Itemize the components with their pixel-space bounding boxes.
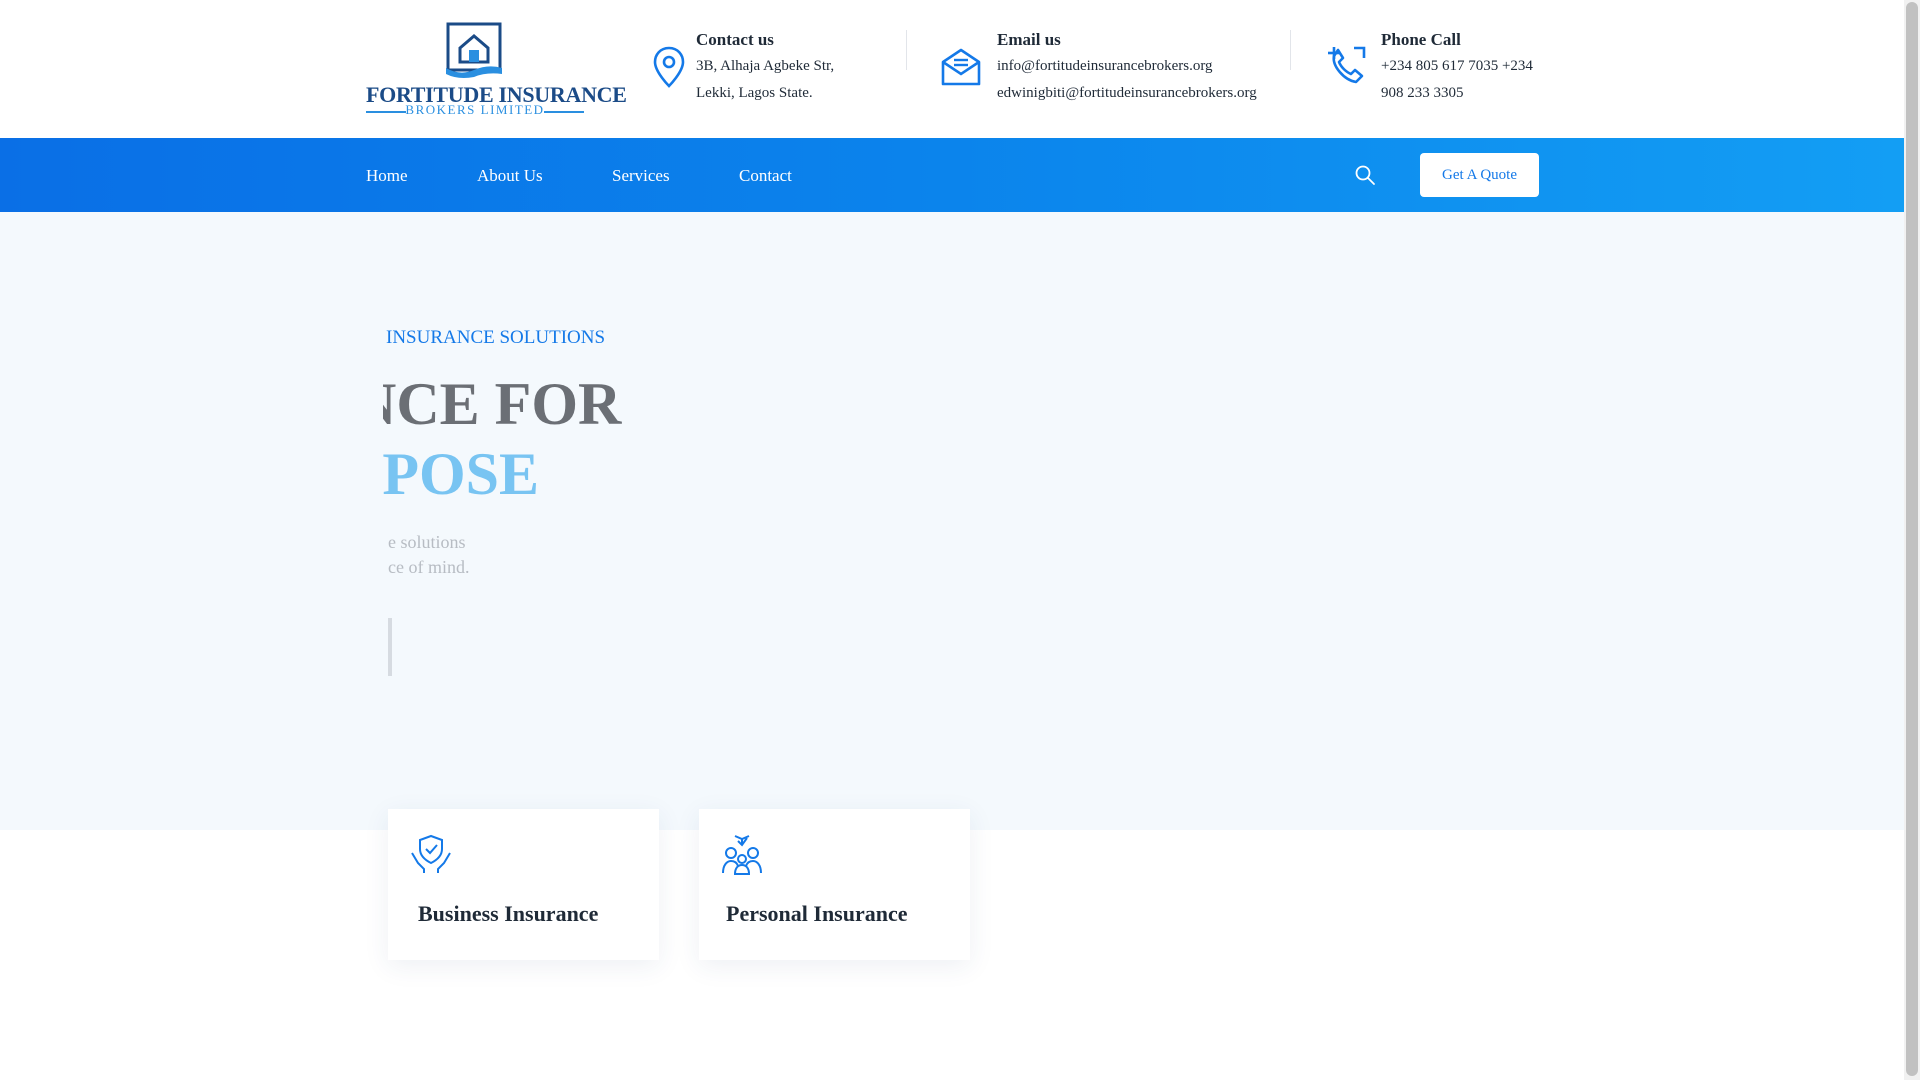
email-link[interactable]: edwinigbiti@fortitudeinsurancebrokers.or… — [997, 85, 1257, 102]
map-pin-icon — [653, 46, 685, 88]
get-a-quote-button[interactable]: Get A Quote — [1420, 153, 1539, 197]
envelope-icon — [941, 48, 981, 86]
hero-animated-content: NCE FOR RPOSE e solutions ce of mind. — [383, 212, 1183, 830]
contact-title: Contact us — [696, 30, 774, 49]
shield-hands-icon — [411, 834, 451, 873]
hero-heading-line2: RPOSE — [383, 441, 540, 507]
email-title: Email us — [997, 30, 1061, 49]
header-divider — [906, 30, 907, 70]
family-group-icon — [722, 835, 762, 875]
top-header: FORTITUDE INSURANCE BROKERS LIMITED Cont… — [0, 0, 1904, 138]
contact-address-line: Lekki, Lagos State. — [696, 85, 813, 101]
nav-about-us[interactable]: About Us — [477, 166, 543, 186]
phone-number[interactable]: +234 805 617 7035 +234 — [1381, 58, 1533, 75]
card-title: Personal Insurance — [726, 901, 908, 926]
nav-home[interactable]: Home — [366, 166, 408, 186]
personal-insurance-card[interactable]: Personal Insurance — [699, 809, 970, 960]
email-link[interactable]: info@fortitudeinsurancebrokers.org — [997, 58, 1213, 75]
logo-subtitle: BROKERS LIMITED — [405, 102, 545, 117]
hero-text-line2: ce of mind. — [388, 557, 470, 577]
card-title: Business Insurance — [418, 901, 599, 926]
hero-text-line1: e solutions — [388, 532, 466, 552]
hero-button-edge[interactable] — [388, 618, 392, 676]
house-hand-logo-icon — [446, 22, 502, 78]
phone-number[interactable]: 908 233 3305 — [1381, 85, 1464, 102]
header-divider — [1290, 30, 1291, 70]
phone-block: Phone Call +234 805 617 7035 +234 908 23… — [1324, 30, 1544, 110]
nav-services[interactable]: Services — [612, 166, 670, 186]
hero-heading-line1: NCE FOR — [383, 371, 622, 437]
contact-address-block: Contact us 3B, Alhaja Agbeke Str, Lekki,… — [652, 30, 872, 110]
hero-section: INSURANCE SOLUTIONS NCE FOR RPOSE e solu… — [0, 212, 1904, 830]
email-block: Email us info@fortitudeinsurancebrokers.… — [940, 30, 1270, 110]
main-nav: Home About Us Services Contact Get A Quo… — [0, 138, 1904, 212]
contact-address-line: 3B, Alhaja Agbeke Str, — [696, 58, 835, 74]
phone-call-icon — [1328, 46, 1366, 84]
search-icon[interactable] — [1354, 164, 1376, 186]
page-scrollbar-thumb[interactable] — [1906, 2, 1918, 1076]
business-insurance-card[interactable]: Business Insurance — [388, 809, 659, 960]
phone-title: Phone Call — [1381, 30, 1461, 49]
logo-rule-right — [544, 111, 584, 113]
site-logo[interactable]: FORTITUDE INSURANCE BROKERS LIMITED — [366, 22, 627, 118]
nav-contact[interactable]: Contact — [739, 166, 792, 186]
